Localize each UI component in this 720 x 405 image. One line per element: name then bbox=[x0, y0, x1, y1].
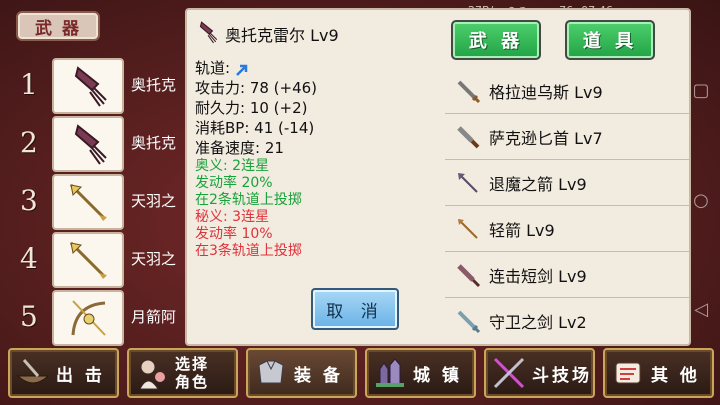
skill-ougi-desc: 在2条轨道上投掷 bbox=[195, 192, 302, 208]
skill-higi-desc: 在3条轨道上投掷 bbox=[195, 243, 302, 259]
list-item[interactable]: 退魔之箭 Lv9 bbox=[445, 160, 689, 206]
android-nav-bar: ▢ ○ ◁ bbox=[686, 80, 716, 320]
tab-items[interactable]: 道 具 bbox=[565, 20, 655, 60]
crossed-swords-icon bbox=[486, 350, 532, 396]
weapon-info: 奥托克雷尔 Lv9 轨道: 攻击力: 78 (+46) 耐久力: 10 (+2)… bbox=[195, 20, 445, 260]
short-sword-icon bbox=[453, 260, 483, 290]
stat-durability: 耐久力: 10 (+2) bbox=[195, 99, 308, 117]
skill-ougi-name: 奥义: 2连星 bbox=[195, 158, 270, 174]
list-item[interactable]: 守卫之剑 Lv2 bbox=[445, 298, 689, 344]
list-item[interactable]: 轻箭 Lv9 bbox=[445, 206, 689, 252]
character-icon bbox=[129, 350, 175, 396]
slot-number: 3 bbox=[20, 184, 38, 217]
skill-higi-name: 秘义: 3连星 bbox=[195, 209, 270, 225]
castle-icon bbox=[367, 350, 413, 396]
bottom-navigation: 出 击 选择 角色 装 备 城 镇 斗技场 其 他 bbox=[8, 348, 714, 400]
nav-other-button[interactable]: 其 他 bbox=[603, 348, 714, 398]
nav-town-button[interactable]: 城 镇 bbox=[365, 348, 476, 398]
equip-name: 轻箭 Lv9 bbox=[489, 220, 555, 240]
list-item[interactable]: 连击短剑 Lv9 bbox=[445, 252, 689, 298]
tab-weapons[interactable]: 武 器 bbox=[451, 20, 541, 60]
sword-icon bbox=[453, 76, 483, 106]
slot-number: 4 bbox=[20, 242, 38, 275]
scroll-icon bbox=[605, 350, 651, 396]
slot-number: 5 bbox=[20, 300, 38, 333]
skill-ougi-rate: 发动率 20% bbox=[195, 175, 273, 191]
weapon-slot-3[interactable]: 3 天羽之 bbox=[0, 174, 190, 232]
weapon-name: 奥托克 bbox=[131, 134, 177, 152]
list-item[interactable]: 格拉迪乌斯 Lv9 bbox=[445, 68, 689, 114]
list-item[interactable]: 萨克逊匕首 Lv7 bbox=[445, 114, 689, 160]
nav-label: 其 他 bbox=[651, 365, 700, 386]
weapon-slot-2[interactable]: 2 奥托克 bbox=[0, 116, 190, 174]
weapon-slot-4[interactable]: 4 天羽之 bbox=[0, 232, 190, 290]
armor-icon bbox=[248, 350, 294, 396]
weapon-slot-5[interactable]: 5 月箭阿 bbox=[0, 290, 190, 348]
arrow-icon bbox=[52, 232, 124, 288]
skill-higi-rate: 发动率 10% bbox=[195, 226, 273, 242]
nav-sortie-button[interactable]: 出 击 bbox=[8, 348, 119, 398]
weapon-title: 奥托克雷尔 Lv9 bbox=[225, 26, 339, 45]
weapon-name: 天羽之 bbox=[131, 250, 177, 268]
nav-label-line-1: 选择 bbox=[175, 355, 210, 373]
weapon-slot-1[interactable]: 1 奥托克 bbox=[0, 58, 190, 116]
cancel-button[interactable]: 取 消 bbox=[311, 288, 399, 330]
equip-name: 格拉迪乌斯 Lv9 bbox=[489, 82, 603, 102]
squid-weapon-icon bbox=[52, 58, 124, 114]
weapon-detail-panel: 奥托克雷尔 Lv9 轨道: 攻击力: 78 (+46) 耐久力: 10 (+2)… bbox=[185, 8, 691, 346]
recent-apps-icon[interactable]: ▢ bbox=[692, 80, 709, 101]
weapon-title-row: 奥托克雷尔 Lv9 bbox=[195, 20, 445, 48]
nav-label: 出 击 bbox=[56, 365, 105, 386]
nav-label: 斗技场 bbox=[532, 365, 592, 386]
nav-arena-button[interactable]: 斗技场 bbox=[484, 348, 595, 398]
ship-icon bbox=[10, 350, 56, 396]
home-icon[interactable]: ○ bbox=[693, 190, 709, 211]
weapon-name: 月箭阿 bbox=[131, 308, 177, 326]
arrow-icon bbox=[453, 214, 483, 244]
nav-equipment-button[interactable]: 装 备 bbox=[246, 348, 357, 398]
weapon-name: 奥托克 bbox=[131, 76, 177, 94]
nav-select-character-button[interactable]: 选择 角色 bbox=[127, 348, 238, 398]
nav-label-line-2: 角色 bbox=[175, 373, 210, 391]
weapon-name: 天羽之 bbox=[131, 192, 177, 210]
back-icon[interactable]: ◁ bbox=[694, 299, 708, 320]
nav-label: 城 镇 bbox=[413, 365, 462, 386]
arrow-icon bbox=[52, 174, 124, 230]
equip-name: 退魔之箭 Lv9 bbox=[489, 174, 587, 194]
bow-icon bbox=[52, 290, 124, 346]
track-arrow-icon bbox=[235, 62, 249, 76]
equip-name: 守卫之剑 Lv2 bbox=[489, 313, 587, 332]
dagger-icon bbox=[453, 122, 483, 152]
equip-list: 格拉迪乌斯 Lv9 萨克逊匕首 Lv7 退魔之箭 Lv9 轻箭 Lv9 连击短剑… bbox=[445, 68, 689, 344]
track-row: 轨道: bbox=[195, 58, 445, 78]
nav-label: 选择 角色 bbox=[175, 355, 209, 391]
slot-number: 2 bbox=[20, 126, 38, 159]
squid-weapon-icon bbox=[52, 116, 124, 172]
slot-number: 1 bbox=[20, 68, 38, 101]
stat-attack: 攻击力: 78 (+46) bbox=[195, 79, 318, 97]
stat-ready-speed: 准备速度: 21 bbox=[195, 139, 284, 157]
equip-name: 萨克逊匕首 Lv7 bbox=[489, 128, 603, 148]
weapon-list-header: 武 器 bbox=[16, 11, 100, 41]
equip-name: 连击短剑 Lv9 bbox=[489, 266, 587, 286]
track-label: 轨道: bbox=[195, 59, 231, 77]
stat-bp-cost: 消耗BP: 41 (-14) bbox=[195, 119, 315, 137]
arrow-icon bbox=[453, 168, 483, 198]
nav-label: 装 备 bbox=[294, 365, 343, 386]
sword-icon bbox=[453, 306, 483, 336]
squid-weapon-icon bbox=[195, 20, 219, 48]
